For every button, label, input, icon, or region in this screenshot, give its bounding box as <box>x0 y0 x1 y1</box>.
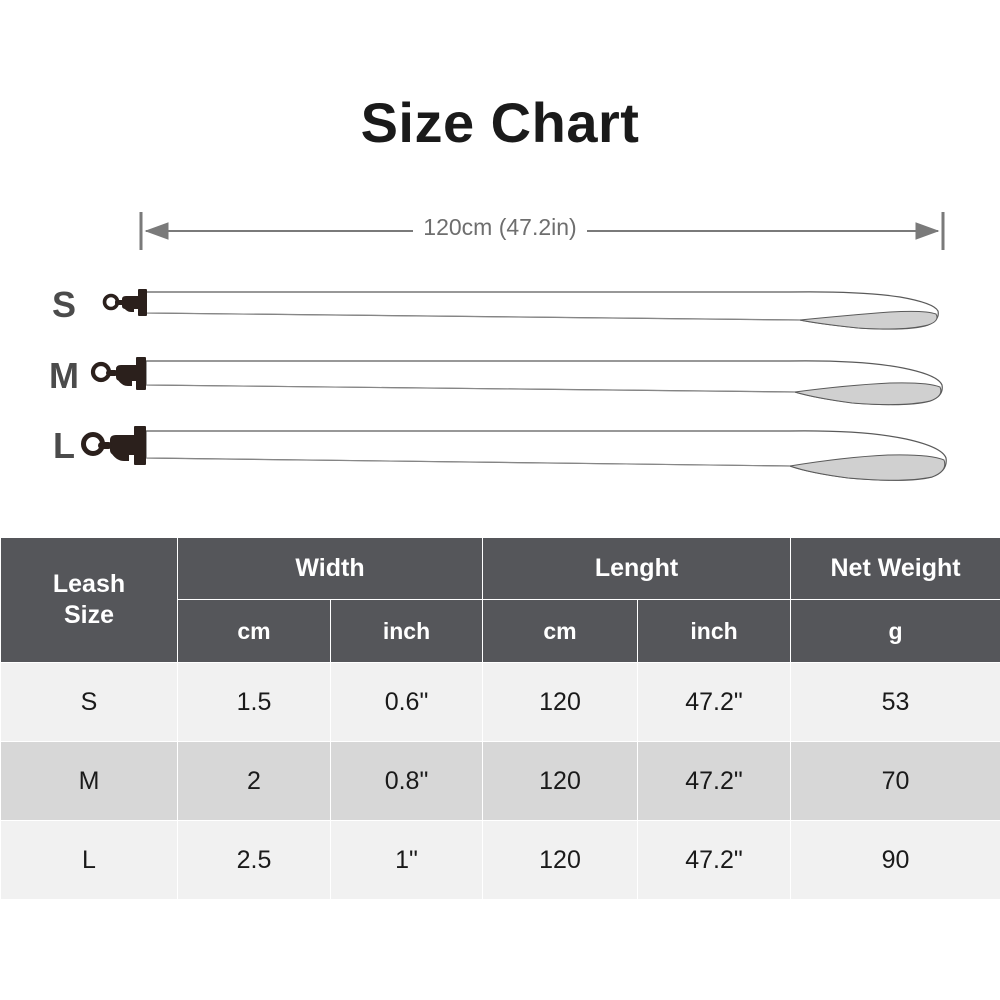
cell-size: S <box>0 662 178 742</box>
table-row: M 2 0.8" 120 47.2" 70 <box>0 741 1000 821</box>
leash-medium <box>90 357 943 406</box>
leash-large <box>81 426 947 481</box>
header-leash-size-line1: Leash <box>52 569 126 598</box>
cell-width-inch: 0.6" <box>329 662 484 742</box>
leash-diagram: 120cm (47.2in) S M L <box>0 0 1000 520</box>
table-header: Leash Size Width Lenght Net Weight cm in… <box>0 537 1000 663</box>
cell-length-inch: 47.2" <box>637 741 792 821</box>
size-label-s: S <box>51 284 76 325</box>
header-weight-g: g <box>790 599 1000 663</box>
cell-length-cm: 120 <box>482 662 639 742</box>
header-net-weight: Net Weight <box>790 537 1000 600</box>
header-leash-size-line2: Size <box>63 601 115 629</box>
cell-length-cm: 120 <box>482 741 639 821</box>
table-row: L 2.5 1" 120 47.2" 90 <box>0 820 1000 900</box>
leash-clip-small <box>102 289 147 316</box>
leash-clip-medium <box>90 357 146 390</box>
table-body: S 1.5 0.6" 120 47.2" 53 M 2 0.8" 120 47.… <box>0 662 1000 900</box>
header-width: Width <box>176 537 484 600</box>
cell-width-inch: 0.8" <box>329 741 484 821</box>
header-length-inch: inch <box>637 599 792 663</box>
size-label-m: M <box>49 355 79 396</box>
table-row: S 1.5 0.6" 120 47.2" 53 <box>0 662 1000 742</box>
table-header-row-group: Leash Size Width Lenght Net Weight <box>0 537 1000 663</box>
header-length: Lenght <box>482 537 792 600</box>
cell-width-cm: 2 <box>177 741 331 821</box>
header-width-inch: inch <box>329 599 484 663</box>
dimension-label: 120cm (47.2in) <box>0 214 1000 241</box>
leash-illustration-svg <box>81 212 947 481</box>
leash-small <box>102 289 939 330</box>
cell-length-cm: 120 <box>482 820 639 900</box>
size-label-l: L <box>53 425 75 466</box>
dimension-label-text: 120cm (47.2in) <box>413 214 587 240</box>
leash-clip-large <box>81 426 146 465</box>
cell-length-inch: 47.2" <box>637 662 792 742</box>
header-width-cm: cm <box>177 599 331 663</box>
cell-width-cm: 1.5 <box>177 662 331 742</box>
cell-width-inch: 1" <box>329 820 484 900</box>
cell-weight-g: 70 <box>790 741 1000 821</box>
cell-width-cm: 2.5 <box>177 820 331 900</box>
cell-weight-g: 53 <box>790 662 1000 742</box>
size-chart-table: Leash Size Width Lenght Net Weight cm in… <box>0 537 1000 900</box>
cell-weight-g: 90 <box>790 820 1000 900</box>
cell-size: M <box>0 741 178 821</box>
cell-size: L <box>0 820 178 900</box>
cell-length-inch: 47.2" <box>637 820 792 900</box>
header-length-cm: cm <box>482 599 639 663</box>
header-leash-size: Leash Size <box>0 537 178 663</box>
